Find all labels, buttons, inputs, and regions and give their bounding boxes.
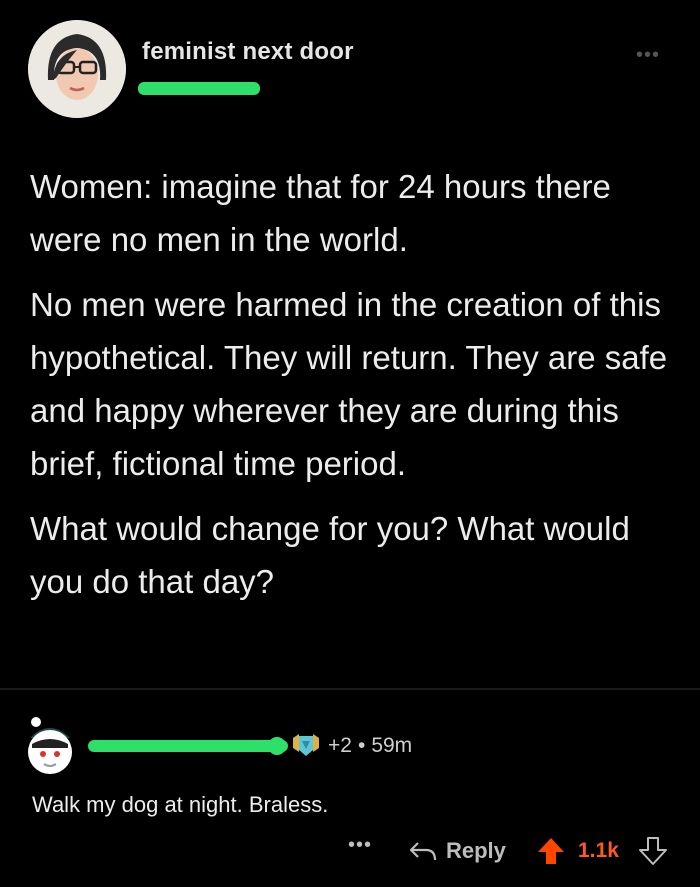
post-body: Women: imagine that for 24 hours there w… [30, 160, 680, 620]
author-username[interactable]: feminist next door [142, 38, 354, 66]
award-icon[interactable] [291, 732, 321, 758]
commenter-avatar[interactable] [22, 714, 78, 778]
author-avatar[interactable] [28, 20, 126, 118]
redacted-username [88, 740, 288, 752]
comment-more-button[interactable]: ••• [348, 834, 372, 857]
post-paragraph: What would change for you? What would yo… [30, 510, 630, 600]
redacted-flair [268, 737, 286, 755]
meta-separator: • [357, 734, 366, 757]
comment-actions: ••• Reply 1.1k [0, 832, 700, 872]
comment-age: 59m [371, 734, 413, 757]
post-paragraph: No men were harmed in the creation of th… [30, 286, 668, 482]
more-horizontal-icon[interactable]: ••• [636, 44, 660, 67]
reply-icon[interactable] [408, 840, 438, 862]
post-paragraph: Women: imagine that for 24 hours there w… [30, 168, 611, 258]
comment-text: Walk my dog at night. Braless. [32, 792, 329, 817]
post-header: feminist next door ••• [0, 0, 700, 130]
divider [0, 688, 700, 690]
redacted-handle [138, 82, 260, 95]
upvote-icon[interactable] [536, 836, 566, 866]
award-count: +2 [328, 734, 352, 757]
downvote-icon[interactable] [638, 836, 668, 866]
vote-score: 1.1k [578, 839, 619, 862]
reply-button[interactable]: Reply [446, 838, 506, 864]
comment-meta: +2 • 59m [328, 734, 412, 758]
comment: +2 • 59m Walk my dog at night. Braless. ••… [0, 700, 700, 887]
